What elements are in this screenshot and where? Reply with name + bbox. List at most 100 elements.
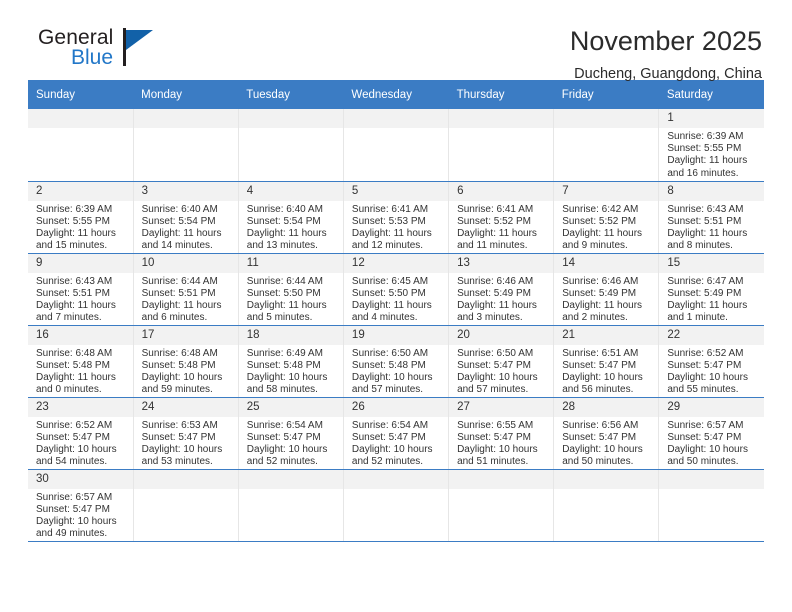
sunset-time: Sunset: 5:47 PM [457,431,531,443]
sunrise-time: Sunrise: 6:43 AM [36,275,113,287]
sunrise-time: Sunrise: 6:54 AM [351,419,429,431]
day-details: Sunrise: 6:50 AM Sunset: 5:47 PM Daylight:… [449,345,553,397]
calendar-day-cell[interactable]: 26 Sunrise: 6:54 AM Sunset: 5:47 PM Dayligh… [343,397,450,470]
daylight-duration: Daylight: 11 hours and 5 minutes. [246,299,327,324]
day-details: Sunrise: 6:40 AM Sunset: 5:54 PM Daylight:… [134,201,238,253]
day-number: 14 [554,253,659,273]
day-details: Sunrise: 6:43 AM Sunset: 5:51 PM Daylight:… [659,201,764,253]
calendar-day-cell[interactable]: 6 Sunrise: 6:41 AM Sunset: 5:52 PM Daylight… [448,181,555,254]
calendar-day-cell[interactable]: 7 Sunrise: 6:42 AM Sunset: 5:52 PM Daylight… [553,181,660,254]
sunrise-time: Sunrise: 6:52 AM [36,419,113,431]
sunset-time: Sunset: 5:48 PM [141,359,216,371]
weekday-header-tuesday: Tuesday [238,80,344,109]
daylight-duration: Daylight: 10 hours and 50 minutes. [562,443,643,468]
daylight-duration: Daylight: 11 hours and 14 minutes. [141,227,222,252]
calendar-day-cell[interactable]: 15 Sunrise: 6:47 AM Sunset: 5:49 PM Dayligh… [658,253,764,326]
day-number: 24 [133,397,238,417]
sunset-time: Sunset: 5:47 PM [457,359,531,371]
calendar-day-cell[interactable]: 9 Sunrise: 6:43 AM Sunset: 5:51 PM Daylight… [28,253,134,326]
calendar-day-cell[interactable]: 3 Sunrise: 6:40 AM Sunset: 5:54 PM Daylight… [133,181,239,254]
calendar-day-cell[interactable]: 21 Sunrise: 6:51 AM Sunset: 5:47 PM Dayligh… [553,325,660,398]
sunset-time: Sunset: 5:48 PM [246,359,321,371]
daylight-duration: Daylight: 10 hours and 57 minutes. [351,371,433,396]
calendar-day-cell[interactable]: 24 Sunrise: 6:53 AM Sunset: 5:47 PM Dayligh… [133,397,239,470]
day-number: 21 [554,325,659,345]
calendar-day-cell[interactable]: 19 Sunrise: 6:50 AM Sunset: 5:48 PM Dayligh… [343,325,450,398]
calendar-day-cell[interactable]: 4 Sunrise: 6:40 AM Sunset: 5:54 PM Daylight… [238,181,344,254]
calendar-day-cell[interactable]: 1 Sunrise: 6:39 AM Sunset: 5:55 PM Daylight… [658,109,764,182]
daylight-duration: Daylight: 10 hours and 52 minutes. [351,443,433,468]
calendar-day-cell[interactable]: 5 Sunrise: 6:41 AM Sunset: 5:53 PM Daylight… [343,181,450,254]
sunset-time: Sunset: 5:55 PM [667,143,742,155]
sunrise-sunset-calendar: Sunday Monday Tuesday Wednesday Thursday… [28,80,764,542]
sunrise-time: Sunrise: 6:49 AM [246,347,323,359]
day-details: Sunrise: 6:43 AM Sunset: 5:51 PM Daylight:… [28,273,133,325]
sunset-time: Sunset: 5:47 PM [667,431,742,443]
calendar-day-cell[interactable]: 28 Sunrise: 6:56 AM Sunset: 5:47 PM Dayligh… [553,397,660,470]
sunset-time: Sunset: 5:54 PM [246,215,321,227]
calendar-day-cell[interactable]: 30 Sunrise: 6:57 AM Sunset: 5:47 PM Dayligh… [28,469,134,542]
sunrise-time: Sunrise: 6:47 AM [667,275,744,287]
calendar-day-cell[interactable]: 27 Sunrise: 6:55 AM Sunset: 5:47 PM Dayligh… [448,397,555,470]
daylight-duration: Daylight: 10 hours and 59 minutes. [141,371,223,396]
daylight-duration: Daylight: 11 hours and 3 minutes. [457,299,537,324]
page-title: November 2025 [569,26,762,56]
sunset-time: Sunset: 5:47 PM [562,431,637,443]
calendar-day-cell[interactable]: 23 Sunrise: 6:52 AM Sunset: 5:47 PM Dayligh… [28,397,134,470]
calendar-day-cell[interactable]: 2 Sunrise: 6:39 AM Sunset: 5:55 PM Daylight… [28,181,134,254]
calendar-day-cell[interactable]: 10 Sunrise: 6:44 AM Sunset: 5:51 PM Dayligh… [133,253,239,326]
general-blue-logo[interactable]: General Blue [28,26,198,74]
sunrise-time: Sunrise: 6:41 AM [457,203,534,215]
sunset-time: Sunset: 5:50 PM [246,287,321,299]
day-details: Sunrise: 6:46 AM Sunset: 5:49 PM Daylight:… [554,273,658,325]
sunrise-time: Sunrise: 6:48 AM [36,347,113,359]
calendar-day-cell[interactable]: 11 Sunrise: 6:44 AM Sunset: 5:50 PM Dayligh… [238,253,344,326]
day-number: 2 [28,181,133,201]
day-details: Sunrise: 6:50 AM Sunset: 5:48 PM Daylight:… [344,345,448,397]
calendar-day-cell[interactable]: 25 Sunrise: 6:54 AM Sunset: 5:47 PM Dayligh… [238,397,344,470]
sunset-time: Sunset: 5:49 PM [562,287,637,299]
calendar-cell-empty [448,469,555,542]
daylight-duration: Daylight: 11 hours and 13 minutes. [246,227,327,252]
daylight-duration: Daylight: 11 hours and 12 minutes. [351,227,432,252]
sunrise-time: Sunrise: 6:50 AM [457,347,534,359]
calendar-day-cell[interactable]: 16 Sunrise: 6:48 AM Sunset: 5:48 PM Dayligh… [28,325,134,398]
day-details: Sunrise: 6:54 AM Sunset: 5:47 PM Daylight:… [344,417,448,469]
daylight-duration: Daylight: 10 hours and 53 minutes. [141,443,223,468]
calendar-day-cell[interactable]: 8 Sunrise: 6:43 AM Sunset: 5:51 PM Daylight… [658,181,764,254]
calendar-day-cell[interactable]: 22 Sunrise: 6:52 AM Sunset: 5:47 PM Dayligh… [658,325,764,398]
sunset-time: Sunset: 5:50 PM [351,287,426,299]
daylight-duration: Daylight: 10 hours and 51 minutes. [457,443,538,468]
daylight-duration: Daylight: 11 hours and 7 minutes. [36,299,116,324]
calendar-day-cell[interactable]: 12 Sunrise: 6:45 AM Sunset: 5:50 PM Dayligh… [343,253,450,326]
page-header: General Blue November 2025 Ducheng, Guan… [28,0,764,82]
day-number: 17 [133,325,238,345]
daylight-duration: Daylight: 11 hours and 0 minutes. [36,371,116,396]
daylight-duration: Daylight: 10 hours and 55 minutes. [667,371,748,396]
title-block: November 2025 Ducheng, Guangdong, China [570,26,764,84]
calendar-day-cell[interactable]: 29 Sunrise: 6:57 AM Sunset: 5:47 PM Dayligh… [658,397,764,470]
calendar-cell-empty [343,469,450,542]
day-number [449,469,554,489]
sunset-time: Sunset: 5:51 PM [667,215,742,227]
day-number [28,109,133,128]
calendar-cell-empty [553,469,660,542]
day-number: 30 [28,469,133,489]
calendar-day-cell[interactable]: 18 Sunrise: 6:49 AM Sunset: 5:48 PM Dayligh… [238,325,344,398]
day-number: 19 [343,325,449,345]
day-details: Sunrise: 6:46 AM Sunset: 5:49 PM Daylight:… [449,273,553,325]
calendar-cell-empty [658,469,764,542]
sunset-time: Sunset: 5:51 PM [141,287,216,299]
sunrise-time: Sunrise: 6:53 AM [141,419,218,431]
day-number [449,109,554,128]
day-number: 16 [28,325,133,345]
calendar-week-row: 23 Sunrise: 6:52 AM Sunset: 5:47 PM Dayligh… [28,397,764,470]
day-details: Sunrise: 6:52 AM Sunset: 5:47 PM Daylight:… [659,345,764,397]
calendar-day-cell[interactable]: 14 Sunrise: 6:46 AM Sunset: 5:49 PM Dayligh… [553,253,660,326]
calendar-day-cell[interactable]: 20 Sunrise: 6:50 AM Sunset: 5:47 PM Dayligh… [448,325,555,398]
calendar-day-cell[interactable]: 17 Sunrise: 6:48 AM Sunset: 5:48 PM Dayligh… [133,325,239,398]
calendar-day-cell[interactable]: 13 Sunrise: 6:46 AM Sunset: 5:49 PM Dayligh… [448,253,555,326]
sunset-time: Sunset: 5:47 PM [36,503,110,515]
day-details: Sunrise: 6:55 AM Sunset: 5:47 PM Daylight:… [449,417,553,469]
sunrise-time: Sunrise: 6:43 AM [667,203,744,215]
